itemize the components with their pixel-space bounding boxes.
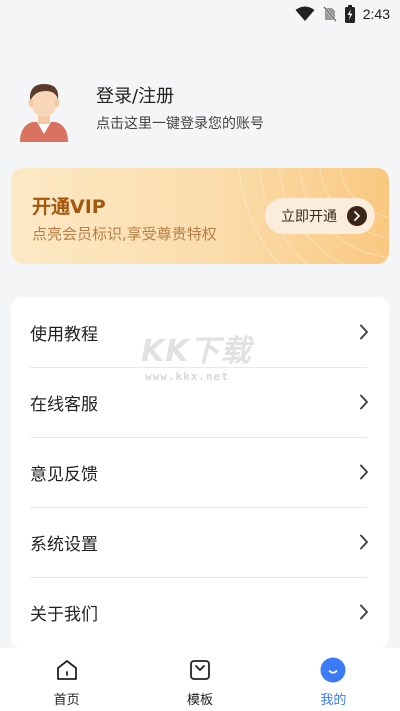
menu-item-about-us[interactable]: 关于我们 xyxy=(11,577,389,647)
menu-item-online-service[interactable]: 在线客服 xyxy=(11,367,389,437)
menu-item-feedback[interactable]: 意见反馈 xyxy=(11,437,389,507)
home-icon xyxy=(54,657,80,683)
login-register-title[interactable]: 登录/注册 xyxy=(96,85,264,109)
nav-label-mine: 我的 xyxy=(320,693,347,708)
vip-title: 开通VIP xyxy=(32,196,106,218)
menu-card: 使用教程 在线客服 意见反馈 系统设置 关于我们 xyxy=(11,297,389,649)
vip-card[interactable]: 开通VIP 点亮会员标识,享受尊贵特权 立即开通 xyxy=(11,168,389,264)
menu-item-label: 关于我们 xyxy=(30,604,98,625)
chevron-right-icon xyxy=(359,604,369,624)
nav-item-home[interactable]: 首页 xyxy=(0,648,133,711)
no-sim-icon xyxy=(322,6,337,22)
user-avatar-icon xyxy=(16,76,72,142)
status-bar: 2:43 xyxy=(0,0,400,28)
menu-item-label: 系统设置 xyxy=(30,534,98,555)
login-hint: 点击这里一键登录您的账号 xyxy=(96,116,264,132)
menu-item-label: 在线客服 xyxy=(30,394,98,415)
status-time: 2:43 xyxy=(362,6,390,22)
vip-subtitle: 点亮会员标识,享受尊贵特权 xyxy=(32,225,217,243)
profile-text: 登录/注册 点击这里一键登录您的账号 xyxy=(96,85,264,133)
menu-item-tutorial[interactable]: 使用教程 xyxy=(11,297,389,367)
bottom-nav: 首页 模板 我的 xyxy=(0,648,400,711)
nav-label-template: 模板 xyxy=(186,693,213,708)
login-profile-row[interactable]: 登录/注册 点击这里一键登录您的账号 xyxy=(16,74,376,144)
menu-item-label: 意见反馈 xyxy=(30,464,98,485)
chevron-right-icon xyxy=(359,534,369,554)
nav-label-home: 首页 xyxy=(53,693,80,708)
nav-item-mine[interactable]: 我的 xyxy=(267,648,400,711)
chevron-right-icon xyxy=(359,394,369,414)
battery-charging-icon xyxy=(344,5,355,23)
menu-item-label: 使用教程 xyxy=(30,324,98,345)
template-icon xyxy=(187,657,213,683)
nav-item-template[interactable]: 模板 xyxy=(133,648,266,711)
activate-vip-button[interactable]: 立即开通 xyxy=(265,198,375,234)
arrow-right-icon xyxy=(347,206,367,226)
activate-vip-label: 立即开通 xyxy=(281,209,337,225)
wifi-icon xyxy=(295,6,315,22)
profile-smile-icon xyxy=(320,657,346,683)
chevron-right-icon xyxy=(359,464,369,484)
menu-item-settings[interactable]: 系统设置 xyxy=(11,507,389,577)
chevron-right-icon xyxy=(359,324,369,344)
